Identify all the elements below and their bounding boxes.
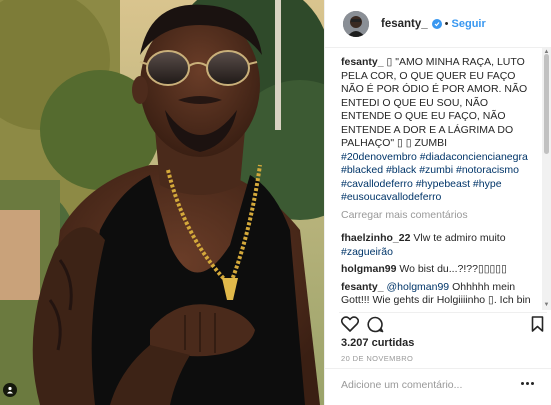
comment-username[interactable]: fhaelzinho_22	[341, 232, 410, 244]
heart-icon[interactable]	[340, 316, 360, 335]
comment-text: Wo bist du...?!??▯▯▯▯▯	[396, 263, 507, 275]
comments-scrollbar[interactable]: ▲ ▼	[542, 48, 551, 310]
scroll-down-arrow-icon[interactable]: ▼	[543, 302, 550, 309]
comment-text: ▯ "AMO MINHA RAÇA, LUTO PELA COR, O QUE …	[341, 56, 528, 149]
verified-badge-icon	[431, 18, 442, 29]
comments-list[interactable]: fesanty_ ▯ "AMO MINHA RAÇA, LUTO PELA CO…	[341, 56, 541, 306]
scrollbar-thumb[interactable]	[544, 54, 549, 154]
comment-hashtag[interactable]: #zagueirão	[341, 246, 393, 258]
follow-button[interactable]: Seguir	[452, 18, 486, 30]
avatar[interactable]	[343, 10, 369, 37]
user-tag-icon[interactable]	[3, 383, 17, 397]
list-item: holgman99 Wo bist du...?!??▯▯▯▯▯	[341, 263, 541, 277]
post-sidebar: fesanty_ • Seguir fesanty_ ▯ "AMO MINHA …	[324, 0, 551, 405]
header-username[interactable]: fesanty_	[381, 18, 428, 30]
post-header: fesanty_ • Seguir	[325, 0, 551, 48]
more-options-icon[interactable]	[521, 382, 534, 385]
bookmark-icon[interactable]	[531, 316, 544, 335]
add-comment-input[interactable]	[341, 379, 511, 391]
action-bar	[339, 312, 547, 334]
list-item: fhaelzinho_22 Vlw te admiro muito #zague…	[341, 232, 541, 259]
caption-comment: fesanty_ ▯ "AMO MINHA RAÇA, LUTO PELA CO…	[341, 56, 541, 205]
follow-separator: •	[444, 17, 449, 30]
post-image	[0, 0, 324, 405]
comment-username[interactable]: fesanty_	[341, 56, 384, 68]
comment-hashtags[interactable]: #20denovembro #diadaconciencianegra #bla…	[341, 151, 528, 204]
likes-count[interactable]: 3.207 curtidas	[341, 337, 414, 349]
add-comment-bar	[325, 368, 551, 405]
comment-mention[interactable]: @holgman99	[384, 281, 450, 293]
comment-text: Vlw te admiro muito	[410, 232, 506, 244]
comment-icon[interactable]	[367, 316, 384, 336]
post-date[interactable]: 20 DE NOVEMBRO	[341, 354, 413, 363]
load-more-comments-link[interactable]: Carregar mais comentários	[341, 209, 541, 223]
list-item: fesanty_ @holgman99 Ohhhhh mein Gott!!! …	[341, 281, 541, 307]
comment-username[interactable]: fesanty_	[341, 281, 384, 293]
post-photo[interactable]	[0, 0, 324, 405]
comment-username[interactable]: holgman99	[341, 263, 396, 275]
